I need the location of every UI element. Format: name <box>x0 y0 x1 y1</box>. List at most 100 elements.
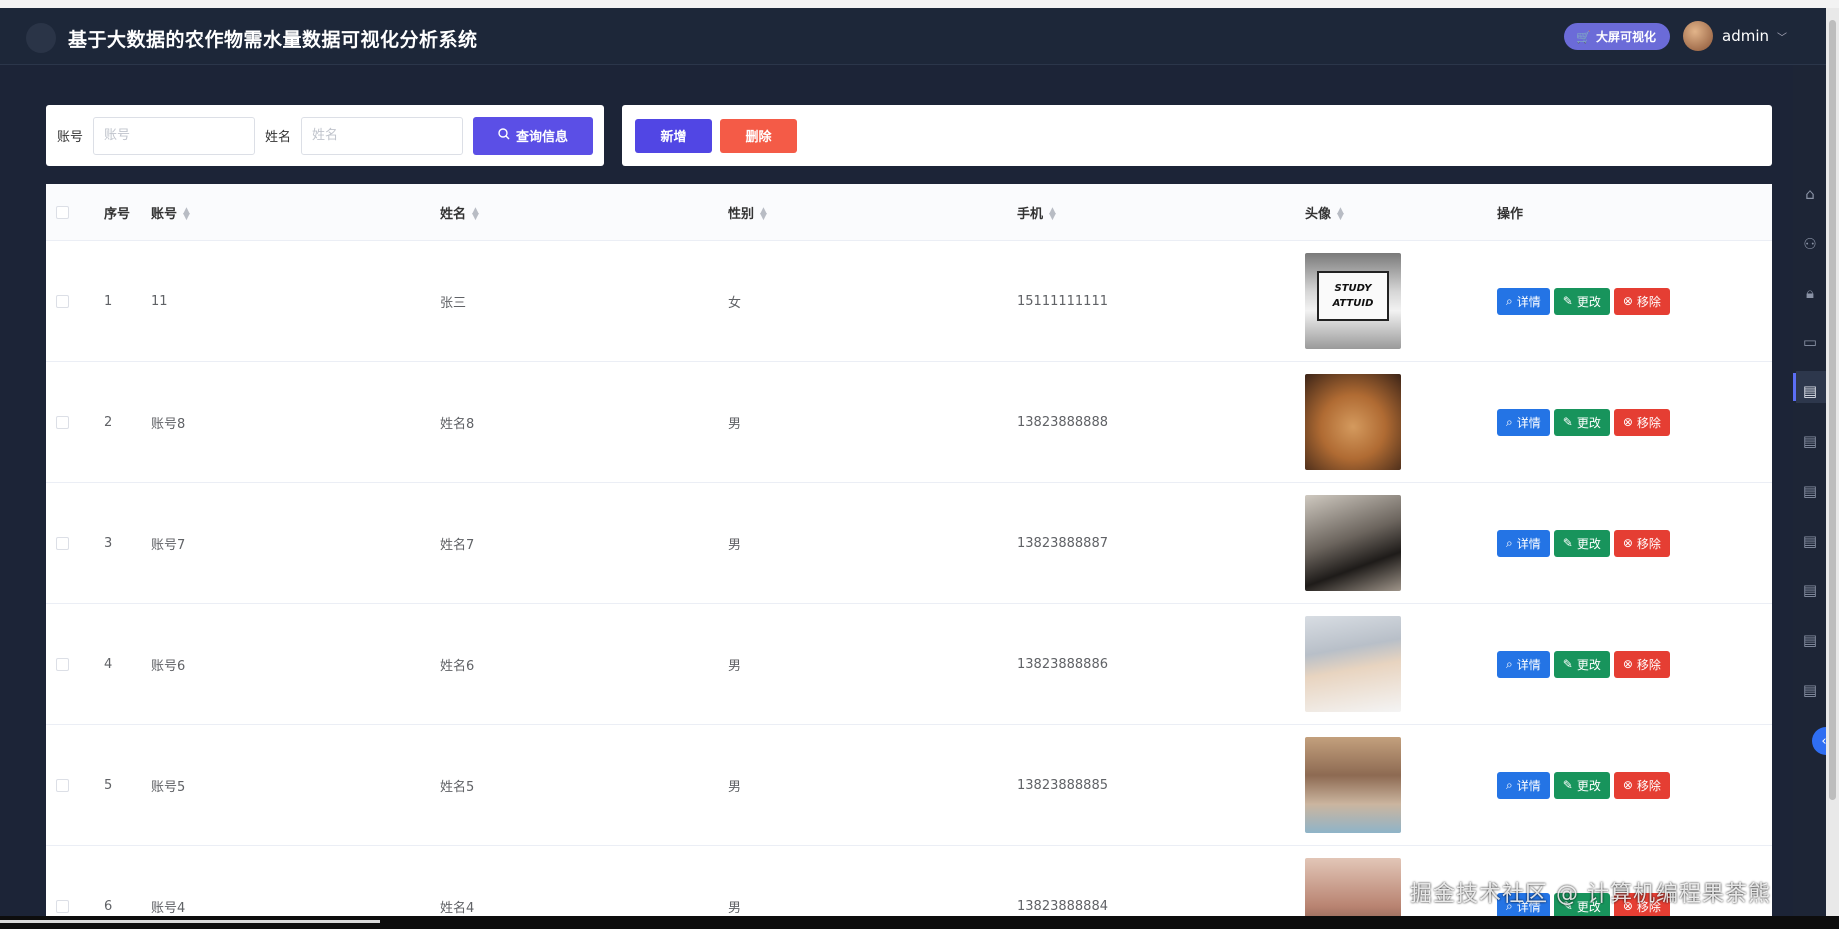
document-icon[interactable]: ▤ <box>1801 532 1819 550</box>
edit-button[interactable]: ✎ 更改 <box>1553 408 1610 436</box>
remove-button[interactable]: ⊗ 移除 <box>1613 529 1670 557</box>
detail-button[interactable]: ⌕ 详情 <box>1497 650 1550 678</box>
lock-icon[interactable]: 🔒︎ <box>1801 284 1819 302</box>
document-icon[interactable]: ▤ <box>1801 482 1819 500</box>
avatar-thumbnail[interactable] <box>1305 737 1401 833</box>
edit-label: 更改 <box>1576 778 1601 793</box>
chart-board-icon[interactable]: ▭ <box>1801 333 1819 351</box>
document-icon[interactable]: ▤ <box>1801 631 1819 649</box>
remove-button[interactable]: ⊗ 移除 <box>1613 650 1670 678</box>
remove-button[interactable]: ⊗ 移除 <box>1613 408 1670 436</box>
edit-button[interactable]: ✎ 更改 <box>1553 771 1610 799</box>
cell-index: 1 <box>104 293 113 309</box>
detail-button[interactable]: ⌕ 详情 <box>1497 771 1550 799</box>
cell-name: 姓名5 <box>440 779 475 795</box>
cell-gender: 男 <box>728 658 742 674</box>
app-window: 基于大数据的农作物需水量数据可视化分析系统 🛒 大屏可视化 admin ﹀ 账号… <box>0 8 1826 916</box>
cell-index: 5 <box>104 777 113 793</box>
avatar-thumbnail[interactable]: STUDY ATTUID <box>1305 253 1401 349</box>
row-checkbox[interactable] <box>56 294 69 308</box>
add-button[interactable]: 新增 <box>635 118 712 153</box>
row-checkbox[interactable] <box>56 778 69 792</box>
detail-button[interactable]: ⌕ 详情 <box>1497 408 1550 436</box>
cell-index: 4 <box>104 656 113 672</box>
search-panel: 账号 姓名 查询信息 <box>46 105 604 166</box>
sort-icon[interactable]: ▲ ▼ <box>183 207 190 222</box>
table-header: 序号 账号 ▲ ▼ 姓名 ▲ ▼ 性别 ▲ ▼ 手机 ▲ ▼ 头像 ▲ ▼ 操作 <box>46 184 1772 241</box>
remove-button[interactable]: ⊗ 移除 <box>1613 287 1670 315</box>
circle-x-icon: ⊗ <box>1622 778 1633 792</box>
edit-button[interactable]: ✎ 更改 <box>1553 650 1610 678</box>
cell-account: 账号6 <box>151 658 186 674</box>
row-checkbox[interactable] <box>56 536 69 550</box>
pencil-icon: ✎ <box>1562 415 1573 429</box>
cell-name: 张三 <box>440 295 467 311</box>
document-icon[interactable]: ▤ <box>1801 382 1819 400</box>
cell-account: 账号8 <box>151 416 186 432</box>
top-header: 基于大数据的农作物需水量数据可视化分析系统 🛒 大屏可视化 admin ﹀ <box>0 8 1826 65</box>
sort-icon[interactable]: ▲ ▼ <box>472 207 479 222</box>
scrollbar-thumb[interactable] <box>1829 20 1836 800</box>
pencil-icon: ✎ <box>1562 657 1573 671</box>
remove-button[interactable]: ⊗ 移除 <box>1613 771 1670 799</box>
cell-phone: 13823888886 <box>1017 656 1108 672</box>
remove-label: 移除 <box>1636 294 1661 309</box>
header-ops: 操作 <box>1497 206 1524 222</box>
edit-button[interactable]: ✎ 更改 <box>1553 529 1610 557</box>
circle-x-icon: ⊗ <box>1622 536 1633 550</box>
progress-bar[interactable] <box>0 920 380 923</box>
header-avatar-label: 头像 <box>1305 206 1332 222</box>
circle-x-icon: ⊗ <box>1622 657 1633 671</box>
cell-phone: 15111111111 <box>1017 293 1108 309</box>
avatar-thumbnail[interactable] <box>1305 374 1401 470</box>
username-label: admin <box>1722 27 1769 45</box>
document-icon[interactable]: ▤ <box>1801 432 1819 450</box>
bigscreen-button[interactable]: 🛒 大屏可视化 <box>1564 23 1670 50</box>
detail-button[interactable]: ⌕ 详情 <box>1497 529 1550 557</box>
avatar-thumbnail[interactable] <box>1305 495 1401 591</box>
document-icon[interactable]: ▤ <box>1801 681 1819 699</box>
header-account[interactable]: 账号 ▲ ▼ <box>151 203 440 222</box>
remove-label: 移除 <box>1636 657 1661 672</box>
home-icon[interactable]: ⌂ <box>1801 185 1819 203</box>
logo-icon <box>26 23 56 53</box>
cell-index: 3 <box>104 535 113 551</box>
sort-icon[interactable]: ▲ ▼ <box>1337 207 1344 222</box>
user-table: 序号 账号 ▲ ▼ 姓名 ▲ ▼ 性别 ▲ ▼ 手机 ▲ ▼ 头像 ▲ ▼ 操作 1 11 张三 女… <box>46 184 1772 916</box>
avatar-thumbnail[interactable] <box>1305 858 1401 916</box>
main-content: 账号 姓名 查询信息 新增 删除 序号 账号 ▲▼ 姓名 ▲▼ 性别 ▲▼ 手机 ▲▼ <box>0 65 1793 916</box>
user-menu[interactable]: admin ﹀ <box>1722 27 1787 45</box>
query-button[interactable]: 查询信息 <box>473 116 594 155</box>
cell-gender: 女 <box>728 295 742 311</box>
header-name[interactable]: 姓名 ▲ ▼ <box>440 203 728 222</box>
delete-button[interactable]: 删除 <box>720 118 797 153</box>
detail-label: 详情 <box>1516 778 1541 793</box>
header-gender[interactable]: 性别 ▲ ▼ <box>728 203 1017 222</box>
sort-icon[interactable]: ▲ ▼ <box>760 207 767 222</box>
edit-button[interactable]: ✎ 更改 <box>1553 287 1610 315</box>
select-all-checkbox[interactable] <box>56 205 69 219</box>
cell-account: 账号5 <box>151 779 186 795</box>
header-avatar[interactable]: 头像 ▲ ▼ <box>1305 203 1497 222</box>
cell-name: 姓名8 <box>440 416 475 432</box>
row-checkbox[interactable] <box>56 657 69 671</box>
search-icon: ⌕ <box>1506 414 1513 429</box>
detail-button[interactable]: ⌕ 详情 <box>1497 287 1550 315</box>
search-icon <box>498 127 510 144</box>
document-icon[interactable]: ▤ <box>1801 581 1819 599</box>
avatar[interactable] <box>1683 21 1713 51</box>
account-search-input[interactable] <box>93 116 256 155</box>
name-search-input[interactable] <box>301 116 464 155</box>
cell-index: 6 <box>104 898 113 914</box>
row-checkbox[interactable] <box>56 899 69 913</box>
row-checkbox[interactable] <box>56 415 69 429</box>
user-icon[interactable]: ⚇ <box>1801 235 1819 253</box>
header-phone[interactable]: 手机 ▲ ▼ <box>1017 203 1305 222</box>
name-label: 姓名 <box>265 130 292 145</box>
edit-label: 更改 <box>1576 657 1601 672</box>
circle-x-icon: ⊗ <box>1622 415 1633 429</box>
bigscreen-label: 大屏可视化 <box>1595 30 1656 44</box>
avatar-thumbnail[interactable] <box>1305 616 1401 712</box>
cell-account: 账号7 <box>151 537 186 553</box>
sort-icon[interactable]: ▲ ▼ <box>1049 207 1056 222</box>
